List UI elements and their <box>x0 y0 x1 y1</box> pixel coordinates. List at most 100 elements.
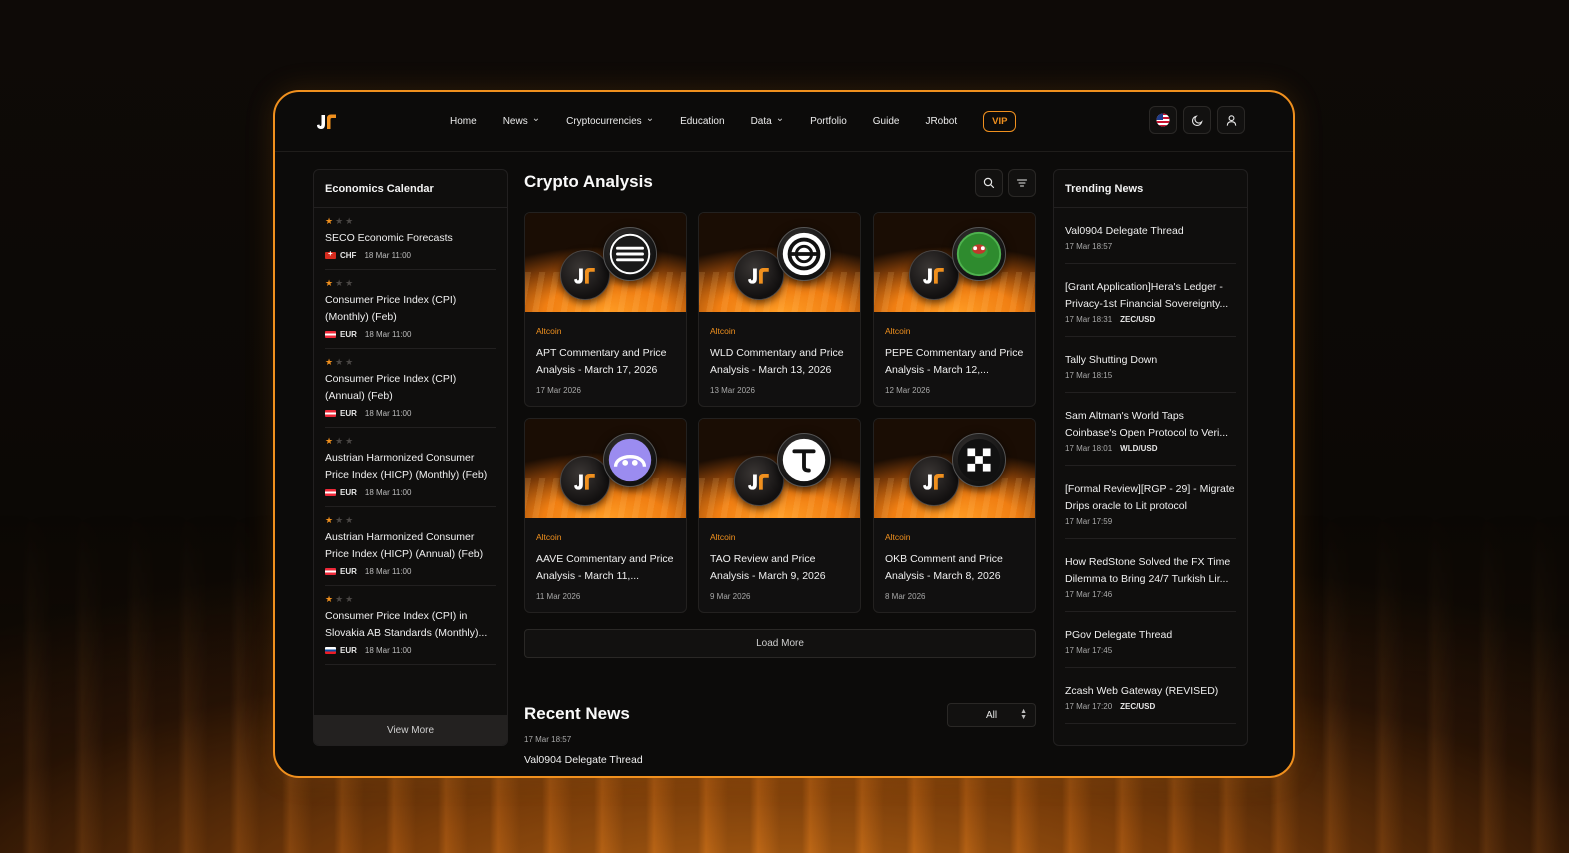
trending-time: 17 Mar 18:57 <box>1065 242 1113 251</box>
econ-item[interactable]: ★ ★ ★ Consumer Price Index (CPI) in Slovaki… <box>325 586 496 665</box>
econ-meta: EUR 18 Mar 11:00 <box>325 330 496 339</box>
analysis-card[interactable]: Altcoin PEPE Commentary and Price Analysi… <box>873 212 1036 407</box>
card-title: WLD Commentary and Price Analysis - Marc… <box>710 347 844 376</box>
view-more-button[interactable]: View More <box>314 715 507 745</box>
card-date: 13 Mar 2026 <box>710 386 755 395</box>
econ-item[interactable]: ★★★SECO Economic ForecastsCHF18 Mar 11:0… <box>325 208 496 270</box>
news-filter-select[interactable]: All ▲ ▼ <box>947 703 1036 727</box>
pepe-coin-icon <box>952 227 1006 281</box>
star-icon: ★ <box>335 278 344 288</box>
nav-item-label: Cryptocurrencies <box>566 115 642 127</box>
recent-news-headline[interactable]: Val0904 Delegate Thread <box>524 754 643 766</box>
theme-toggle-button[interactable] <box>1183 106 1211 134</box>
load-more-button[interactable]: Load More <box>524 629 1036 658</box>
sk-flag-icon <box>325 647 336 654</box>
econ-time: 18 Mar 11:00 <box>364 646 412 655</box>
econ-meta: EUR 18 Mar 11:00 <box>325 646 496 655</box>
importance-stars: ★ ★ ★ <box>325 357 496 367</box>
econ-currency: EUR <box>340 567 357 576</box>
crypto-analysis-title: Crypto Analysis <box>524 172 653 191</box>
analysis-card[interactable]: Altcoin AAVE Commentary and Price Analysi… <box>524 418 687 613</box>
card-thumbnail <box>525 213 686 312</box>
card-category: Altcoin <box>710 326 736 336</box>
moon-icon <box>1191 114 1203 126</box>
trending-item[interactable]: Val0904 Delegate Thread 17 Mar 18:57 <box>1065 208 1236 264</box>
trending-meta: 17 Mar 18:57 <box>1065 242 1236 251</box>
nav-item-education[interactable]: Education <box>680 116 724 127</box>
at-flag-icon <box>325 331 336 338</box>
star-icon: ★ <box>335 594 344 604</box>
star-icon: ★ <box>345 594 354 604</box>
star-icon: ★ <box>325 594 334 604</box>
app-window: Home News ⌄ Cryptocurrencies ⌄ Education Data ⌄… <box>273 90 1295 778</box>
nav-item-cryptocurrencies[interactable]: Cryptocurrencies ⌄ <box>566 113 655 127</box>
language-button[interactable] <box>1149 106 1177 134</box>
analysis-card[interactable]: Altcoin TAO Review and Price Analysis - M… <box>698 418 861 613</box>
importance-stars: ★ ★ ★ <box>325 216 496 226</box>
trending-pair: ZEC/USD <box>1120 315 1156 324</box>
card-category: Altcoin <box>885 532 911 542</box>
jr-logo-icon[interactable] <box>315 111 339 131</box>
econ-item[interactable]: ★ ★ ★ Consumer Price Index (CPI) (Monthly) … <box>325 270 496 349</box>
card-thumbnail <box>874 213 1035 312</box>
user-icon <box>1226 114 1236 126</box>
okb-coin-icon <box>952 433 1006 487</box>
filter-button[interactable] <box>1008 169 1036 197</box>
main-nav: Home News ⌄ Cryptocurrencies ⌄ Education Data ⌄… <box>450 109 1017 133</box>
trending-item[interactable]: Tally Shutting Down 17 Mar 18:15 <box>1065 337 1236 393</box>
econ-event-title: Austrian Harmonized Consumer Price Index… <box>325 531 484 560</box>
star-icon: ★ <box>325 278 334 288</box>
trending-time: 17 Mar 17:46 <box>1065 590 1113 599</box>
trending-item[interactable]: [Grant Application]Hera's Ledger - Priva… <box>1065 264 1236 337</box>
econ-item[interactable]: ★ ★ ★ Austrian Harmonized Consumer Price In… <box>325 428 496 507</box>
account-button[interactable] <box>1217 106 1245 134</box>
search-button[interactable] <box>975 169 1003 197</box>
star-icon: ★ <box>325 216 334 226</box>
header-actions <box>1149 106 1245 134</box>
econ-item[interactable]: ★ ★ ★ Consumer Price Index (CPI) (Annual) (… <box>325 349 496 428</box>
trending-item[interactable]: Sam Altman's World Taps Coinbase's Open … <box>1065 393 1236 466</box>
card-thumbnail <box>699 419 860 518</box>
analysis-card[interactable]: Altcoin APT Commentary and Price Analysis… <box>524 212 687 407</box>
nav-item-jrobot[interactable]: JRobot <box>925 116 957 127</box>
card-category: Altcoin <box>885 326 911 336</box>
nav-item-home[interactable]: Home <box>450 116 477 127</box>
vip-button[interactable]: VIP <box>983 110 1017 132</box>
nav-item-data[interactable]: Data ⌄ <box>750 113 785 127</box>
trending-item[interactable]: Zcash Web Gateway (REVISED) 17 Mar 17:20 Z… <box>1065 668 1236 724</box>
nav-item-news[interactable]: News ⌄ <box>502 113 540 127</box>
star-icon: ★ <box>325 515 334 525</box>
recent-news-title: Recent News <box>524 704 630 723</box>
trending-item[interactable]: [Formal Review][RGP - 29] - Migrate Drip… <box>1065 466 1236 539</box>
trending-title: Tally Shutting Down <box>1065 354 1158 366</box>
nav-item-label: News <box>502 115 528 127</box>
filter-icon <box>1016 179 1028 187</box>
econ-meta: EUR 18 Mar 11:00 <box>325 409 496 418</box>
bittensor-coin-icon <box>777 433 831 487</box>
aptos-coin-icon <box>603 227 657 281</box>
nav-item-guide[interactable]: Guide <box>873 116 900 127</box>
analysis-card[interactable]: Altcoin WLD Commentary and Price Analysis… <box>698 212 861 407</box>
analysis-card[interactable]: Altcoin OKB Comment and Price Analysis - … <box>873 418 1036 613</box>
nav-item-portfolio[interactable]: Portfolio <box>810 116 847 127</box>
trending-item[interactable]: How RedStone Solved the FX Time Dilemma … <box>1065 539 1236 612</box>
econ-currency: EUR <box>340 488 357 497</box>
star-icon: ★ <box>335 515 344 525</box>
nav-item-label: Data <box>750 115 772 127</box>
chevron-down-icon: ⌄ <box>645 113 655 124</box>
star-icon: ★ <box>345 515 354 525</box>
economics-calendar-panel: Economics Calendar ★ ★ ★ SECO Economic Fore… <box>313 169 508 746</box>
worldcoin-coin-icon <box>777 227 831 281</box>
econ-event-title: Austrian Harmonized Consumer Price Index… <box>325 452 488 481</box>
econ-item[interactable]: ★ ★ ★ Austrian Harmonized Consumer Price In… <box>325 507 496 586</box>
card-thumbnail <box>699 213 860 312</box>
card-title: APT Commentary and Price Analysis - Marc… <box>536 347 667 376</box>
econ-time: 18 Mar 11:00 <box>364 567 412 576</box>
economics-list: ★★★SECO Economic ForecastsCHF18 Mar 11:0… <box>314 208 507 665</box>
trending-meta: 17 Mar 17:59 <box>1065 517 1236 526</box>
trending-item[interactable]: PGov Delegate Thread 17 Mar 17:45 <box>1065 612 1236 668</box>
card-date: 12 Mar 2026 <box>885 386 930 395</box>
star-icon: ★ <box>345 216 354 226</box>
trending-time: 17 Mar 18:01 <box>1065 444 1113 453</box>
card-date: 8 Mar 2026 <box>885 592 926 601</box>
